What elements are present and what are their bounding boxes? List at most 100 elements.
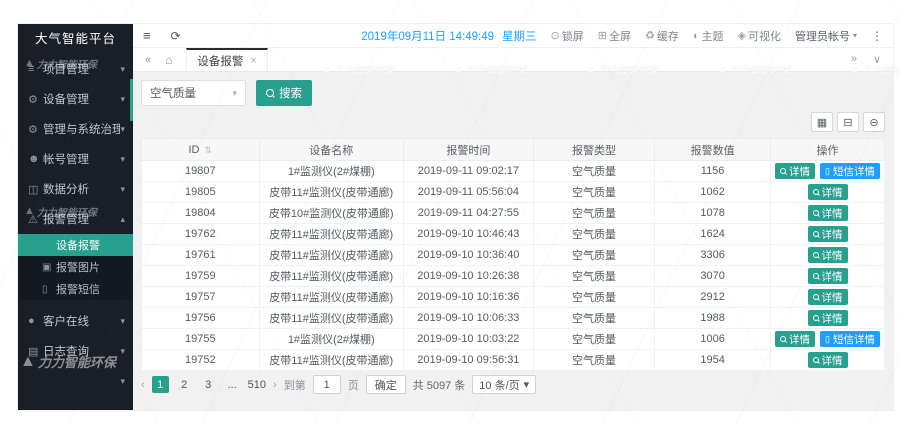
search-icon [266,89,274,97]
home-icon[interactable]: ⌂ [165,53,172,67]
per-page-select[interactable]: 10 条/页 ▾ [472,375,536,394]
cell-device-name: 皮带11#监测仪(皮带通廊) [259,308,403,329]
more-menu-icon[interactable]: ⋮ [871,29,883,43]
cell-id: 19759 [142,266,260,287]
sidebar-menu-item[interactable]: ≡ 项目管理 ▾ [18,54,133,84]
sidebar-menu-bottom: ● 客户在线 ▾ ▤ 日志查询 ▾ ▾ [18,306,133,396]
topbar-tool-button[interactable]: ⊙ 锁屏 [551,28,584,44]
cell-device-name: 皮带10#监测仪(皮带通廊) [259,203,403,224]
next-page-icon[interactable]: › [273,379,277,391]
topbar-tool-button[interactable]: ◈ 可视化 [738,28,781,44]
cell-operations: 详情 [771,350,885,371]
table-tool-button[interactable]: ⊖ [863,112,885,132]
topbar-tool-button[interactable]: ♻ 缓存 [645,28,679,44]
table-header-cell: 操作 [771,139,885,161]
detail-button[interactable]: 详情 [775,163,815,179]
sms-detail-button[interactable]: ▯ 短信详情 [820,331,880,347]
total-records-label: 共 5097 条 [413,377,466,393]
prev-page-icon[interactable]: ‹ [141,379,145,391]
cell-id: 19805 [142,182,260,203]
cell-id: 19756 [142,308,260,329]
sidebar-menu-item[interactable]: ⚠ 报警管理 ▴ [18,204,133,234]
collapse-sidebar-icon[interactable]: ≡ [143,28,151,43]
detail-button[interactable]: 详情 [808,247,848,263]
cell-device-name: 皮带11#监测仪(皮带通廊) [259,224,403,245]
app-window: 大气智能平台 ≡ 项目管理 ▾ ⚙ 设备管理 ▾ [18,24,893,410]
cell-alarm-type: 空气质量 [533,224,654,245]
cell-alarm-value: 3306 [655,245,771,266]
page-number[interactable]: 3 [200,376,217,393]
cell-id: 19804 [142,203,260,224]
sidebar-menu-item[interactable]: ▤ 日志查询 ▾ [18,336,133,366]
goto-confirm-button[interactable]: 确定 [366,375,406,394]
detail-button-label: 详情 [822,248,843,263]
detail-button[interactable]: 详情 [808,289,848,305]
page-unit-label: 页 [348,377,359,393]
sms-button-label: 短信详情 [833,164,875,179]
table-tool-button[interactable]: ⊟ [837,112,859,132]
table-tool-button[interactable]: ▦ [811,112,833,132]
page: 大气智能平台 ≡ 项目管理 ▾ ⚙ 设备管理 ▾ [0,0,900,426]
search-button-label: 搜索 [279,85,302,101]
close-icon[interactable]: × [250,55,256,67]
magnifier-icon [813,189,819,195]
magnifier-icon [780,336,786,342]
tabs-scroll-left-icon[interactable]: « [145,54,151,66]
chevron-icon: ▾ [120,64,125,75]
table-row: 19762 皮带11#监测仪(皮带通廊) 2019-09-10 10:46:43… [142,224,885,245]
cell-operations: 详情 [771,224,885,245]
sidebar-submenu-item[interactable]: 设备报警 [18,234,133,256]
sort-icon[interactable]: ⇅ [205,145,213,155]
table-row: 19752 皮带11#监测仪(皮带通廊) 2019-09-10 09:56:31… [142,350,885,371]
account-dropdown[interactable]: 管理员帐号 ▾ [795,28,857,44]
page-number[interactable]: 2 [176,376,193,393]
search-button[interactable]: 搜索 [256,80,312,106]
tabs-menu-chevron-icon[interactable]: ∨ [873,53,881,66]
detail-button[interactable]: 详情 [808,268,848,284]
table-tool-icon: ⊟ [843,116,852,129]
sidebar-menu-top: ≡ 项目管理 ▾ ⚙ 设备管理 ▾ ⚙ 管理与系统治理 ▾ [18,54,133,234]
topbar-tool-button[interactable]: ◐ 主题 [693,28,724,44]
detail-button[interactable]: 详情 [808,205,848,221]
tab-device-alarm[interactable]: 设备报警 × [186,48,267,71]
cell-alarm-type: 空气质量 [533,161,654,182]
goto-page-input[interactable] [313,375,341,394]
page-number[interactable]: ... [224,376,241,393]
chevron-down-icon: ▾ [232,88,237,99]
chevron-icon: ▾ [120,346,125,357]
column-label: 报警类型 [572,145,616,157]
current-datetime: 2019年09月11日 14:49:49 [361,28,494,44]
detail-button-label: 详情 [822,290,843,305]
sidebar-submenu-item[interactable]: ▯ 报警短信 [18,278,133,300]
sidebar-menu-item[interactable]: ◫ 数据分析 ▾ [18,174,133,204]
sms-button-label: 短信详情 [833,332,875,347]
detail-button[interactable]: 详情 [808,184,848,200]
sidebar-menu-item[interactable]: ☻ 帐号管理 ▾ [18,144,133,174]
operations-group: 详情 [775,310,880,326]
detail-button-label: 详情 [789,332,810,347]
sidebar-menu-item[interactable]: ▾ [18,366,133,396]
detail-button[interactable]: 详情 [808,226,848,242]
cell-id: 19752 [142,350,260,371]
cell-id: 19807 [142,161,260,182]
detail-button[interactable]: 详情 [775,331,815,347]
detail-button-label: 详情 [822,185,843,200]
menu-item-label: 数据分析 [43,181,120,197]
tabs-scroll-right-icon[interactable]: » [851,53,857,66]
sidebar-menu-item[interactable]: ● 客户在线 ▾ [18,306,133,336]
sidebar-menu-item[interactable]: ⚙ 管理与系统治理 ▾ [18,114,133,144]
sms-detail-button[interactable]: ▯ 短信详情 [820,163,880,179]
alarm-type-select[interactable]: 空气质量 ▾ [141,80,246,106]
sidebar-submenu-item[interactable]: ▣ 报警图片 [18,256,133,278]
detail-button-label: 详情 [789,164,810,179]
page-number[interactable]: 1 [152,376,169,393]
topbar-tool-button[interactable]: ⊞ 全屏 [598,28,631,44]
detail-button[interactable]: 详情 [808,310,848,326]
refresh-icon[interactable]: ⟳ [171,29,181,43]
tool-label: 全屏 [609,28,631,44]
page-number[interactable]: 510 [248,376,266,393]
detail-button[interactable]: 详情 [808,352,848,368]
sidebar-menu-item[interactable]: ⚙ 设备管理 ▾ [18,84,133,114]
cell-alarm-value: 1954 [655,350,771,371]
page-numbers: 1 2 3 ... 510 [152,376,266,393]
